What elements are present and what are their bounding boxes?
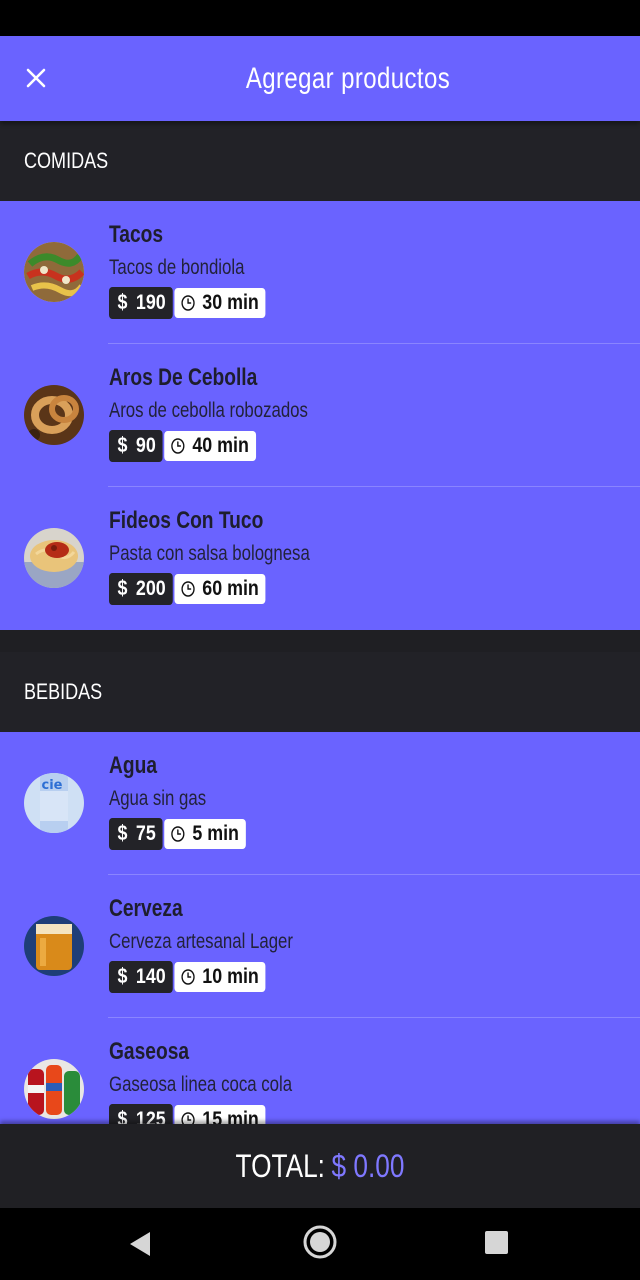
product-description: Gaseosa linea coca cola <box>109 1073 293 1096</box>
product-chips: $125 15 min <box>109 1104 266 1124</box>
section-header: COMIDAS <box>0 121 640 201</box>
time-badge: 5 min <box>164 819 246 849</box>
time-badge: 30 min <box>174 288 266 318</box>
currency-symbol: $ <box>117 291 128 314</box>
product-list[interactable]: COMIDAS Tacos Tacos de bondiola $190 30 min A… <box>0 121 640 1124</box>
clock-icon <box>181 1112 195 1124</box>
prep-time: 10 min <box>202 965 259 988</box>
total-bar: TOTAL: $ 0.00 <box>0 1124 640 1208</box>
product-chips: $140 10 min <box>109 961 266 993</box>
clock-icon <box>181 295 195 311</box>
product-chips: $200 60 min <box>109 573 266 605</box>
prep-time: 60 min <box>202 577 259 600</box>
product-name: Tacos <box>109 221 164 248</box>
product-chips: $90 40 min <box>109 430 256 462</box>
clock-icon <box>181 969 195 985</box>
product-name: Fideos Con Tuco <box>109 507 264 534</box>
clock-icon <box>171 826 185 842</box>
product-description: Aros de cebolla robozados <box>109 399 308 422</box>
currency-symbol: $ <box>117 434 128 457</box>
product-chips: $75 5 min <box>109 818 246 850</box>
page-title: Agregar productos <box>245 62 451 95</box>
navigation-bar <box>0 1208 640 1280</box>
product-description: Agua sin gas <box>109 787 207 810</box>
total-value: $ 0.00 <box>331 1147 405 1184</box>
product-thumbnail <box>24 528 84 588</box>
home-circle-icon <box>303 1225 337 1259</box>
product-item[interactable]: Aros De Cebolla Aros de cebolla robozados… <box>0 344 640 487</box>
product-description: Tacos de bondiola <box>109 256 245 279</box>
product-thumbnail <box>24 242 84 302</box>
price-badge: $200 <box>109 573 173 605</box>
product-thumbnail <box>24 1059 84 1119</box>
price-value: 90 <box>135 434 156 457</box>
currency-symbol: $ <box>117 822 128 845</box>
price-value: 200 <box>135 577 166 600</box>
section-gap <box>0 630 640 652</box>
nav-recents-button[interactable] <box>478 1224 514 1260</box>
nav-back-button[interactable] <box>118 1226 162 1262</box>
app-screen: Agregar productos COMIDAS Tacos Tacos de b… <box>0 0 640 1280</box>
prep-time: 15 min <box>202 1108 259 1124</box>
agua-bottle-label: cie <box>42 778 63 793</box>
prep-time: 5 min <box>192 822 239 845</box>
close-icon <box>26 68 46 88</box>
section-title: COMIDAS <box>24 148 109 173</box>
product-name: Aros De Cebolla <box>109 364 258 391</box>
time-badge: 40 min <box>164 431 256 461</box>
product-name: Gaseosa <box>109 1038 190 1065</box>
product-item[interactable]: cie Agua Agua sin gas $75 5 min <box>0 732 640 875</box>
price-value: 125 <box>135 1108 166 1124</box>
app-bar: Agregar productos <box>0 36 640 121</box>
product-thumbnail <box>24 916 84 976</box>
total-label: TOTAL: <box>235 1147 325 1184</box>
product-name: Agua <box>109 752 157 779</box>
product-item[interactable]: Gaseosa Gaseosa linea coca cola $125 15 min <box>0 1018 640 1124</box>
price-badge: $190 <box>109 287 173 319</box>
product-name: Cerveza <box>109 895 183 922</box>
currency-symbol: $ <box>117 1108 128 1124</box>
product-item[interactable]: Cerveza Cerveza artesanal Lager $140 10 min <box>0 875 640 1018</box>
price-badge: $125 <box>109 1104 173 1124</box>
product-item[interactable]: Fideos Con Tuco Pasta con salsa bolognesa… <box>0 487 640 630</box>
section-header: BEBIDAS <box>0 652 640 732</box>
close-button[interactable] <box>16 58 56 98</box>
clock-icon <box>181 581 195 597</box>
status-bar <box>0 0 640 36</box>
product-chips: $190 30 min <box>109 287 266 319</box>
product-description: Cerveza artesanal Lager <box>109 930 293 953</box>
price-badge: $90 <box>109 430 163 462</box>
price-badge: $140 <box>109 961 173 993</box>
prep-time: 40 min <box>192 434 249 457</box>
prep-time: 30 min <box>202 291 259 314</box>
nav-home-button[interactable] <box>300 1222 340 1262</box>
product-thumbnail <box>24 385 84 445</box>
time-badge: 60 min <box>174 574 266 604</box>
time-badge: 15 min <box>174 1105 266 1124</box>
time-badge: 10 min <box>174 962 266 992</box>
clock-icon <box>171 438 185 454</box>
product-description: Pasta con salsa bolognesa <box>109 542 310 565</box>
product-item[interactable]: Tacos Tacos de bondiola $190 30 min <box>0 201 640 344</box>
section-title: BEBIDAS <box>24 679 103 704</box>
price-value: 140 <box>135 965 166 988</box>
currency-symbol: $ <box>117 577 128 600</box>
product-thumbnail: cie <box>24 773 84 833</box>
recents-square-icon <box>485 1231 508 1254</box>
price-value: 190 <box>135 291 166 314</box>
price-badge: $75 <box>109 818 163 850</box>
currency-symbol: $ <box>117 965 128 988</box>
back-triangle-icon <box>130 1232 150 1256</box>
price-value: 75 <box>135 822 156 845</box>
